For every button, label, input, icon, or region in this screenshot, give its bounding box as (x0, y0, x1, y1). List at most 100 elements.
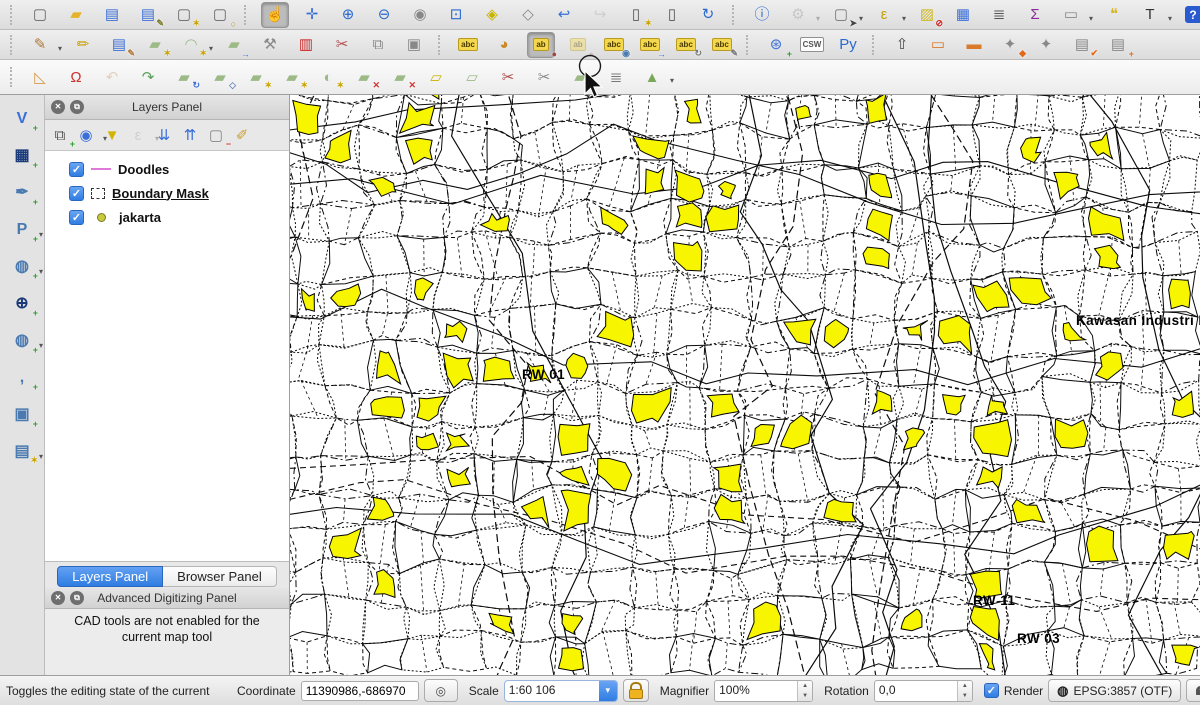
merge-features-button[interactable]: ▰∖ (567, 65, 593, 89)
add-group-button[interactable]: ⧉+ (48, 123, 72, 147)
layer-name[interactable]: jakarta (119, 210, 161, 225)
rotate-point-symbols-button[interactable]: ▲▾ (639, 65, 665, 89)
redo-button[interactable]: ↷ (135, 65, 161, 89)
show-bookmarks-button[interactable]: ▯ (659, 3, 685, 27)
add-delimited-text-layer-button[interactable]: ,+ (9, 366, 35, 390)
delete-ring-button[interactable]: ▰✕ (351, 65, 377, 89)
new-print-composer-button[interactable]: ▢✶ (171, 3, 197, 27)
style-wand-apply-button[interactable]: ✦◆ (997, 33, 1023, 57)
scale-lock-button[interactable] (623, 679, 649, 702)
tab-layers-panel[interactable]: Layers Panel (57, 566, 163, 587)
add-wcs-layer-button[interactable]: ⊕+ (9, 292, 35, 316)
refresh-map-button[interactable]: ↻ (695, 3, 721, 27)
step-down-icon[interactable]: ▼ (958, 691, 972, 701)
add-part-button[interactable]: ▰✶ (279, 65, 305, 89)
layer-name[interactable]: Boundary Mask (112, 186, 209, 201)
filter-by-expression-button[interactable]: ε▾ (126, 123, 150, 147)
metasearch-csw-button[interactable]: CSW (799, 33, 825, 57)
scale-combobox[interactable]: 1:60 106 ▾ (504, 680, 618, 702)
zoom-native-button[interactable]: ◉ (407, 3, 433, 27)
move-feature-button[interactable]: ▰→ (221, 33, 247, 57)
identify-features-button[interactable]: ⓘ (749, 3, 775, 27)
add-wfs-layer-button[interactable]: ◍+▾ (9, 329, 35, 353)
float-panel-icon[interactable]: ⧉ (70, 100, 84, 114)
map-canvas[interactable]: RW 01Kawasan Industri PeRW 11RW 03 (290, 95, 1200, 675)
manage-layer-visibility-button[interactable]: ◉▾ (74, 123, 98, 147)
scale-bar-item-button[interactable]: ▬ (961, 33, 987, 57)
cut-features-button[interactable]: ✂ (329, 33, 355, 57)
new-project-button[interactable]: ▢ (27, 3, 53, 27)
change-label-button[interactable]: abc✎ (709, 33, 735, 57)
run-feature-action-button[interactable]: ⚙▾ (785, 3, 811, 27)
style-wand-button[interactable]: ✦ (1033, 33, 1059, 57)
rotation-spinbox[interactable]: 0,0 ▲ ▼ (874, 680, 973, 702)
layer-visibility-checkbox[interactable]: ✓ (69, 162, 84, 177)
map-tips-button[interactable]: ❝ (1101, 3, 1127, 27)
close-icon[interactable]: ✕ (51, 100, 65, 114)
float-panel-icon[interactable]: ⧉ (70, 591, 84, 605)
zoom-out-button[interactable]: ⊖ (371, 3, 397, 27)
help-button[interactable]: ? (1180, 3, 1200, 27)
add-feature-button[interactable]: ▰✶ (142, 33, 168, 57)
statistical-summary-button[interactable]: Σ (1022, 3, 1048, 27)
statistics-abacus-button[interactable]: ≣ (986, 3, 1012, 27)
step-down-icon[interactable]: ▼ (798, 691, 812, 701)
add-postgis-layer-button[interactable]: P+▾ (9, 218, 35, 242)
reshape-features-button[interactable]: ▱ (459, 65, 485, 89)
select-features-button[interactable]: ▢➤▾ (828, 3, 854, 27)
add-raster-layer-button[interactable]: ▦+ (9, 144, 35, 168)
cad-tools-button[interactable]: ◺ (27, 65, 53, 89)
undo-button[interactable]: ↶ (99, 65, 125, 89)
save-project-as-button[interactable]: ▤✎ (135, 3, 161, 27)
save-project-button[interactable]: ▤ (99, 3, 125, 27)
add-ring-button[interactable]: ▰✶ (243, 65, 269, 89)
crs-status-button[interactable]: ◍ EPSG:3857 (OTF) (1048, 679, 1181, 702)
simplify-feature-button[interactable]: ▰◇ (207, 65, 233, 89)
show-hide-labels-button[interactable]: abc◉ (601, 33, 627, 57)
python-console-button[interactable]: Py (835, 33, 861, 57)
step-up-icon[interactable]: ▲ (958, 681, 972, 691)
magnifier-spinbox[interactable]: 100% ▲ ▼ (714, 680, 813, 702)
rotate-label-button[interactable]: abc↻ (673, 33, 699, 57)
zoom-to-selection-button[interactable]: ◈ (479, 3, 505, 27)
zoom-last-button[interactable]: ↩ (551, 3, 577, 27)
web-place-search-button[interactable]: ⊛+ (763, 33, 789, 57)
layer-row[interactable]: ✓Boundary Mask (53, 181, 289, 205)
rotate-feature-button[interactable]: ▰↻ (171, 65, 197, 89)
add-spatialite-layer-button[interactable]: ✒+ (9, 181, 35, 205)
delete-selected-button[interactable]: ▥ (293, 33, 319, 57)
style-manager-check-button[interactable]: ▤✔ (1069, 33, 1095, 57)
zoom-next-button[interactable]: ↪ (587, 3, 613, 27)
processing-toolbox-button[interactable]: ▤✶▾ (9, 440, 35, 464)
canvas-extent-rect-button[interactable]: ▭ (925, 33, 951, 57)
log-messages-button[interactable]: ••• (1186, 679, 1200, 702)
step-up-icon[interactable]: ▲ (798, 681, 812, 691)
layer-visibility-checkbox[interactable]: ✓ (69, 210, 84, 225)
open-attribute-table-button[interactable]: ▦ (950, 3, 976, 27)
layer-row[interactable]: ✓ Doodles (53, 157, 289, 181)
snapping-options-button[interactable]: Ω (63, 65, 89, 89)
unpin-labels-button[interactable]: ab● (565, 33, 591, 57)
open-project-button[interactable]: ▰ (63, 3, 89, 27)
add-vector-layer-button[interactable]: V+ (9, 107, 35, 131)
north-arrow-button[interactable]: ⇧ (889, 33, 915, 57)
pin-labels-button[interactable]: ab● (527, 32, 555, 58)
node-tool-button[interactable]: ⚒ (257, 33, 283, 57)
coordinate-input[interactable] (301, 681, 419, 701)
zoom-full-button[interactable]: ⊡ (443, 3, 469, 27)
select-by-expression-button[interactable]: ε▾ (871, 3, 897, 27)
layer-diagram-options-button[interactable]: ◕ (491, 33, 517, 57)
zoom-in-button[interactable]: ⊕ (335, 3, 361, 27)
add-circular-string-button[interactable]: ◠✶▾ (178, 33, 204, 57)
measure-button[interactable]: ▭▾ (1058, 3, 1084, 27)
text-annotation-button[interactable]: T▾ (1137, 3, 1163, 27)
split-parts-button[interactable]: ✂ (531, 65, 557, 89)
layer-labeling-options-button[interactable]: abc (455, 33, 481, 57)
merge-attributes-button[interactable]: ≣ (603, 65, 629, 89)
paste-features-button[interactable]: ▣ (401, 33, 427, 57)
pan-map-button[interactable]: ☝ (261, 2, 289, 28)
remove-layer-button[interactable]: ▢− (204, 123, 228, 147)
layer-name[interactable]: Doodles (118, 162, 169, 177)
deselect-all-button[interactable]: ▨⊘ (914, 3, 940, 27)
add-wms-layer-button[interactable]: ◍+▾ (9, 255, 35, 279)
